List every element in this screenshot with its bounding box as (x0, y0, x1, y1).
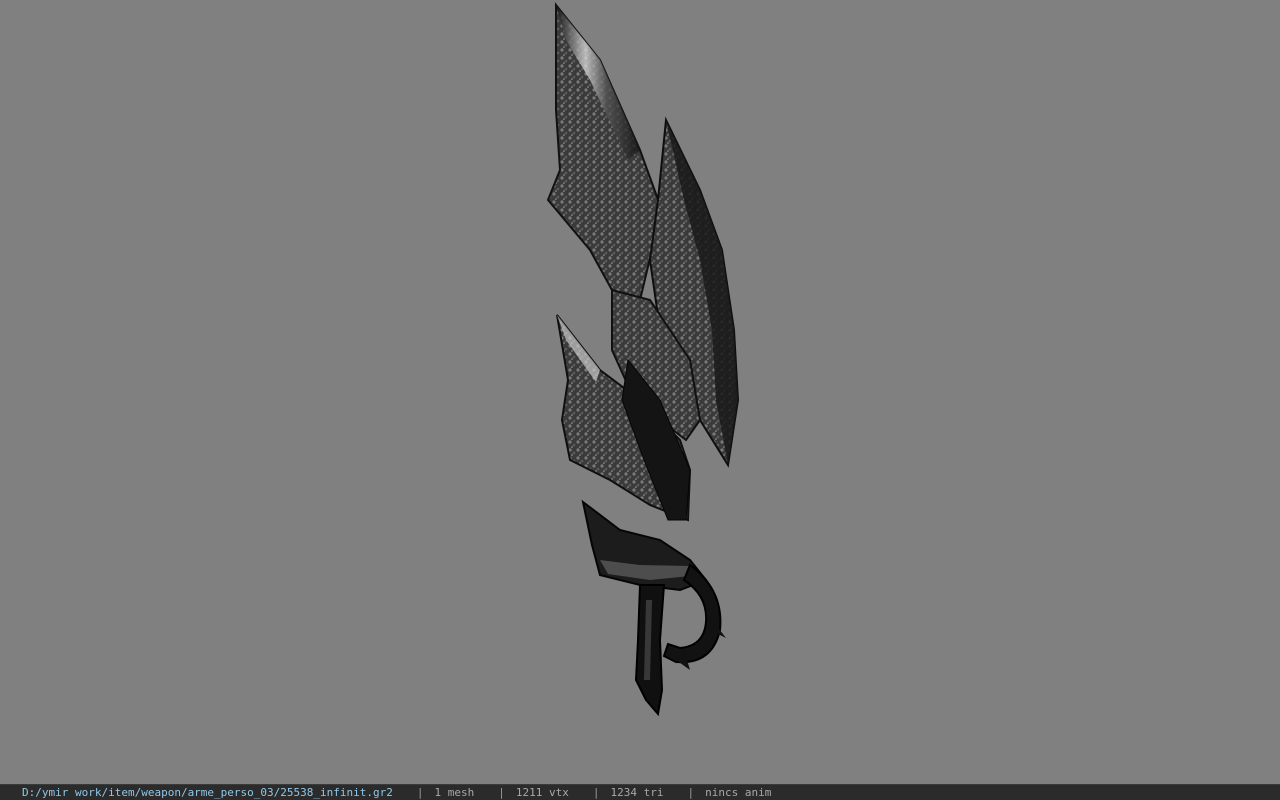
status-separator: | (416, 785, 424, 799)
status-separator: | (498, 785, 505, 799)
triangle-count: 1234 tri (610, 785, 664, 799)
vertex-count: 1211 vtx (515, 785, 569, 799)
mesh-count: 1 mesh (434, 785, 475, 799)
model-file-path: D:/ymir work/item/weapon/arme_perso_03/2… (22, 785, 393, 799)
animation-status: nincs anim (705, 785, 772, 799)
3d-viewport[interactable] (0, 0, 1280, 784)
sword-3d-model[interactable] (0, 0, 1280, 784)
status-separator: | (687, 785, 695, 799)
status-separator: | (592, 785, 600, 799)
status-bar: D:/ymir work/item/weapon/arme_perso_03/2… (0, 784, 1280, 800)
blade-upper-left (546, 2, 662, 302)
